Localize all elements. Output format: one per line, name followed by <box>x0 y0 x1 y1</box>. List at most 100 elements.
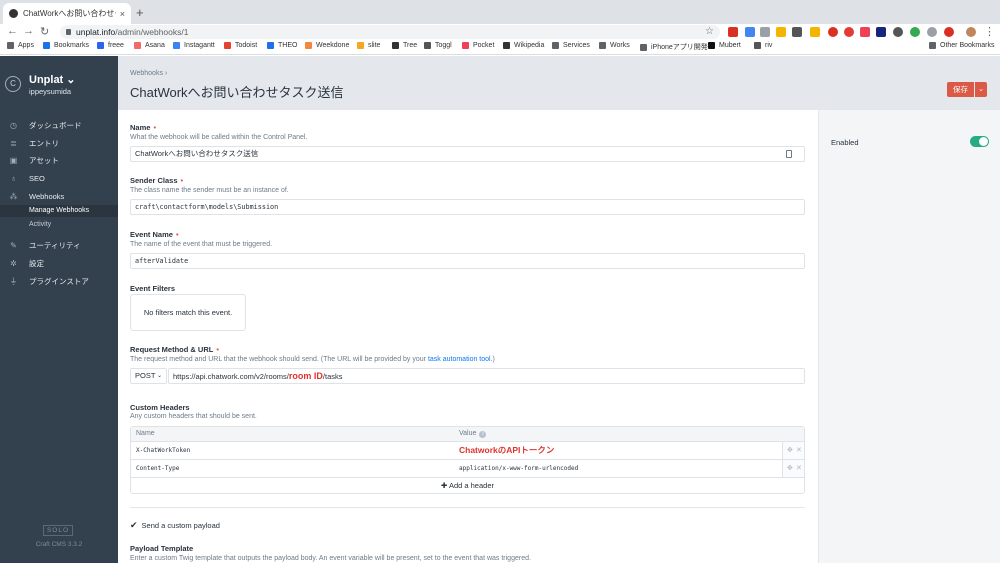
sidebar-subitem-manage-webhooks[interactable]: Manage Webhooks <box>0 205 118 217</box>
delete-icon[interactable]: ✕ <box>796 464 802 472</box>
breadcrumb[interactable]: Webhooks › <box>130 70 167 77</box>
bookmark-item[interactable]: Bookmarks <box>43 42 89 49</box>
name-field-help: What the webhook will be called within t… <box>130 134 308 141</box>
extension-icon[interactable] <box>927 27 937 37</box>
sidebar-item-assets[interactable]: ▣ アセット <box>0 153 118 167</box>
bookmark-item[interactable]: Pocket <box>462 42 494 49</box>
move-icon[interactable]: ✥ <box>787 464 793 472</box>
request-url-input[interactable]: https://api.chatwork.com/v2/rooms/room I… <box>168 368 805 384</box>
settings-pane: Enabled <box>818 110 1000 563</box>
extension-icon[interactable] <box>893 27 903 37</box>
move-icon[interactable]: ✥ <box>787 446 793 454</box>
save-button[interactable]: 保存 <box>947 82 974 97</box>
pocket-icon[interactable] <box>860 27 870 37</box>
column-header-name: Name <box>136 430 155 437</box>
extension-icon[interactable] <box>910 27 920 37</box>
bookmark-item[interactable]: THEO <box>267 42 297 49</box>
new-tab-button[interactable]: + <box>136 5 144 20</box>
enabled-label: Enabled <box>831 138 859 147</box>
forward-icon[interactable]: → <box>23 25 34 37</box>
custom-headers-label: Custom Headers <box>130 403 190 412</box>
bookmark-item[interactable]: Weekdone <box>305 42 349 49</box>
extension-icon[interactable] <box>792 27 802 37</box>
extension-icon[interactable] <box>828 27 838 37</box>
clipboard-icon[interactable] <box>786 150 792 158</box>
sidebar-subitem-activity[interactable]: Activity <box>29 221 51 228</box>
sidebar-item-dashboard[interactable]: ◷ ダッシュボード <box>0 118 118 132</box>
edition-badge: SOLO <box>43 525 73 536</box>
enabled-toggle[interactable] <box>970 136 989 147</box>
bookmark-item[interactable]: slite <box>357 42 380 49</box>
header-name-cell[interactable]: Content-Type <box>136 465 179 472</box>
bookmark-item[interactable]: Toggl <box>424 42 452 49</box>
bookmark-star-icon[interactable]: ☆ <box>705 25 714 39</box>
site-name[interactable]: Unplat ⌄ <box>29 73 76 86</box>
bookmark-item[interactable]: Apps <box>7 42 34 49</box>
add-header-button[interactable]: ✚ Add a header <box>131 478 804 493</box>
header-value-cell[interactable]: ChatworkのAPIトークン <box>459 444 554 456</box>
event-name-input[interactable]: afterValidate <box>130 253 805 269</box>
header-name-cell[interactable]: X-ChatWorkToken <box>136 447 190 454</box>
chevron-down-icon: ⌄ <box>156 373 162 379</box>
url-host: unplat.info <box>76 27 116 37</box>
menu-icon[interactable]: ⋮ <box>984 25 995 38</box>
bookmark-item[interactable]: Tree <box>392 42 417 49</box>
sidebar-item-plugin-store[interactable]: ⏚ プラグインストア <box>0 274 118 288</box>
sidebar-item-utilities[interactable]: ✎ ユーティリティ <box>0 238 118 252</box>
avatar[interactable] <box>966 27 976 37</box>
bookmark-folder[interactable]: Services <box>552 42 590 49</box>
bookmark-folder[interactable]: Works <box>599 42 630 49</box>
extension-icon[interactable] <box>844 27 854 37</box>
bookmark-item[interactable]: Mubert <box>708 42 741 49</box>
delete-icon[interactable]: ✕ <box>796 446 802 454</box>
sidebar-item-settings[interactable]: ✲ 設定 <box>0 256 118 270</box>
sidebar-item-webhooks[interactable]: ⁂ Webhooks <box>0 189 118 203</box>
back-icon[interactable]: ← <box>7 25 18 37</box>
row-tools: ✥ ✕ <box>782 442 804 459</box>
reload-icon[interactable]: ↻ <box>40 25 49 38</box>
bookmark-item[interactable]: Instagantt <box>173 42 215 49</box>
extension-icon[interactable] <box>745 27 755 37</box>
sender-class-input[interactable]: craft\contactform\models\Submission <box>130 199 805 215</box>
bookmark-item[interactable]: Todoist <box>224 42 257 49</box>
request-help: The request method and URL that the webh… <box>130 356 495 363</box>
extension-icon[interactable] <box>876 27 886 37</box>
other-bookmarks-folder[interactable]: Other Bookmarks <box>929 42 994 49</box>
request-method-select[interactable]: POST ⌄ <box>130 368 167 384</box>
bookmark-item[interactable]: Wikipedia <box>503 42 544 49</box>
extension-icon[interactable] <box>810 27 820 37</box>
lock-icon <box>66 29 71 35</box>
custom-payload-checkbox[interactable]: ✔ Send a custom payload <box>130 520 220 531</box>
browser-toolbar: ← → ↻ unplat.info/admin/webhooks/1 ☆ ⋮ <box>0 24 1000 40</box>
task-automation-link[interactable]: task automation tool <box>428 356 491 363</box>
browser-tab-bar: ChatWorkへお問い合わせタスク送 × + <box>0 0 1000 24</box>
info-icon[interactable]: i <box>479 431 487 438</box>
event-name-help: The name of the event that must be trigg… <box>130 241 273 248</box>
save-options-chevron-icon[interactable]: ⌄ <box>975 82 987 97</box>
sidebar-item-entries[interactable]: ≣ エントリ <box>0 136 118 150</box>
webhooks-icon: ⁂ <box>9 191 18 201</box>
name-input[interactable]: ChatWorkへお問い合わせタスク送信 <box>130 146 805 162</box>
extension-icon[interactable] <box>944 27 954 37</box>
bookmark-item[interactable]: Asana <box>134 42 165 49</box>
header-value-cell[interactable]: application/x-www-form-urlencoded <box>459 465 578 472</box>
event-filters-label: Event Filters <box>130 284 176 293</box>
sidebar-item-seo[interactable]: ♁ SEO <box>0 171 118 185</box>
bookmark-item[interactable]: freee <box>97 42 124 49</box>
address-bar[interactable]: unplat.info/admin/webhooks/1 ☆ <box>60 25 720 39</box>
seo-icon: ♁ <box>10 173 17 183</box>
tab-close-icon[interactable]: × <box>120 9 125 19</box>
sender-class-help: The class name the sender must be an ins… <box>130 187 289 194</box>
extension-icon[interactable] <box>776 27 786 37</box>
entries-icon: ≣ <box>10 138 17 148</box>
plug-icon: ⏚ <box>9 276 18 286</box>
user-name[interactable]: ippeysumida <box>29 87 71 96</box>
browser-tab[interactable]: ChatWorkへお問い合わせタスク送 × <box>3 3 131 24</box>
bookmark-folder[interactable]: iPhoneアプリ開発 <box>640 42 708 52</box>
extension-icon[interactable] <box>760 27 770 37</box>
payload-template-help: Enter a custom Twig template that output… <box>130 555 531 562</box>
checkmark-icon[interactable]: ✔ <box>130 520 138 531</box>
custom-headers-table: Name Value i X-ChatWorkToken ChatworkのAPI… <box>130 426 805 494</box>
extension-icon[interactable] <box>728 27 738 37</box>
bookmark-item[interactable]: riv <box>754 42 772 49</box>
